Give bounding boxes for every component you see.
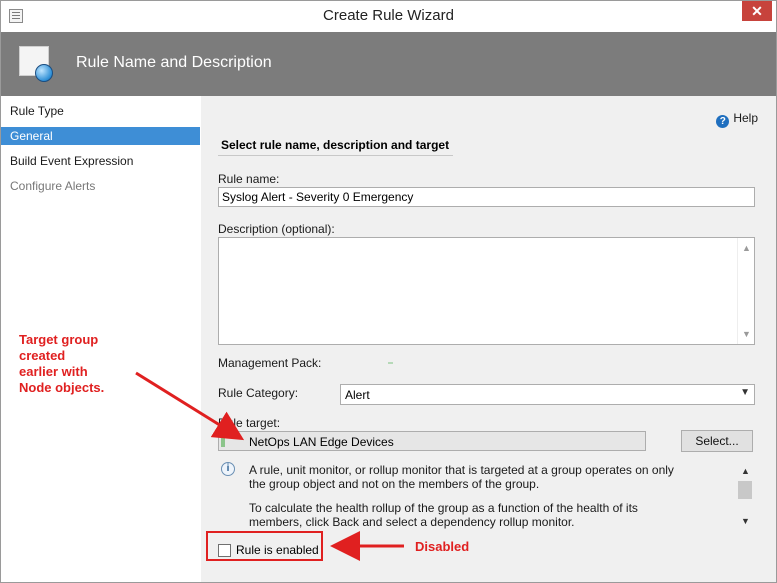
annotation-arrow-target bbox=[135, 371, 245, 441]
annotation-arrows bbox=[135, 371, 404, 561]
create-rule-wizard-window: Create Rule Wizard ✕ Rule Name and Descr… bbox=[0, 0, 777, 583]
